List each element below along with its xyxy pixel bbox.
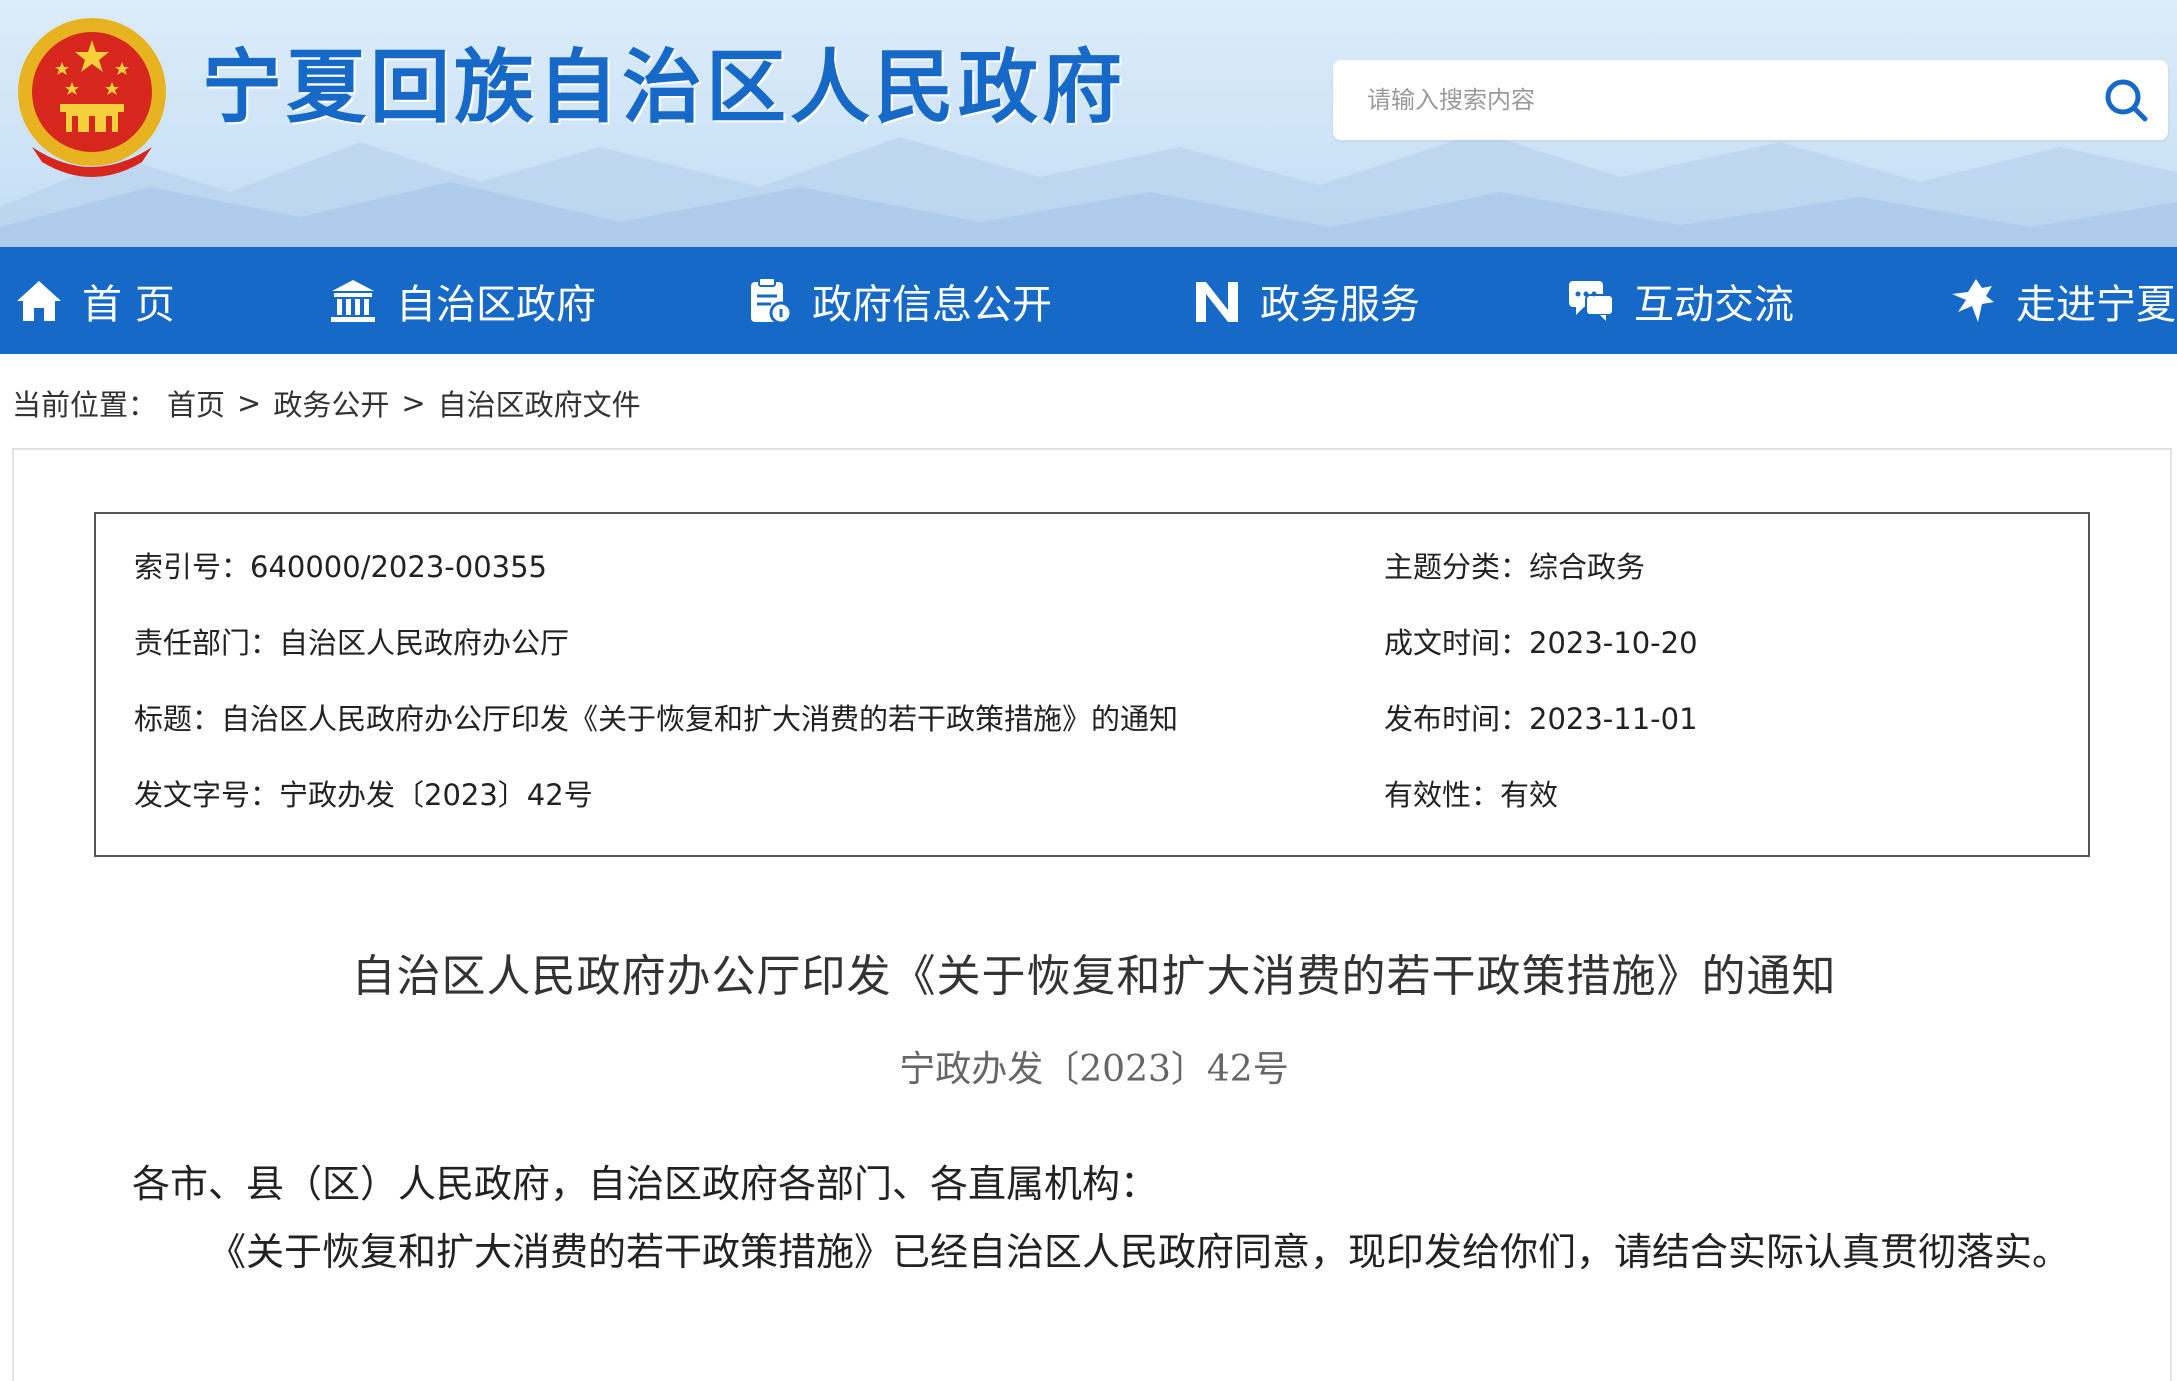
breadcrumb: 当前位置： 首页 > 政务公开 > 自治区政府文件: [12, 382, 641, 424]
nav-item-services[interactable]: 政务服务: [1192, 247, 1420, 354]
meta-published-date: 发布时间：2023-11-01: [1384, 702, 1698, 736]
breadcrumb-home-link[interactable]: 首页: [167, 382, 225, 424]
nav-item-interaction[interactable]: 互动交流: [1566, 247, 1794, 354]
header-banner: 宁夏回族自治区人民政府: [0, 0, 2177, 247]
document-number: 宁政办发〔2023〕42号: [899, 1049, 1289, 1090]
meta-document-number: 发文字号：宁政办发〔2023〕42号: [134, 778, 593, 812]
document-info-icon: [751, 276, 793, 324]
nav-item-home[interactable]: 首 页: [14, 247, 175, 354]
search-box: [1333, 60, 2168, 140]
nav-item-label: 政务服务: [1260, 281, 1420, 328]
meta-department: 责任部门：自治区人民政府办公厅: [134, 626, 570, 660]
home-icon: [17, 280, 61, 321]
document-meta-table: 索引号：640000/2023-00355 主题分类：综合政务 责任部门：自治区…: [94, 512, 2090, 857]
meta-created-date: 成文时间：2023-10-20: [1384, 626, 1698, 660]
search-input[interactable]: [1367, 60, 2067, 140]
breadcrumb-separator: >: [401, 386, 426, 420]
search-icon[interactable]: [2102, 76, 2150, 124]
breadcrumb-separator: >: [237, 386, 262, 420]
document-title: 自治区人民政府办公厅印发《关于恢复和扩大消费的若干政策措施》的通知: [351, 951, 1837, 1002]
document-salutation: 各市、县（区）人民政府，自治区政府各部门、各直属机构：: [132, 1162, 1159, 1206]
nav-item-government[interactable]: 自治区政府: [328, 247, 596, 354]
breadcrumb-prefix: 当前位置：: [12, 388, 158, 422]
nav-item-label: 政府信息公开: [812, 281, 1052, 328]
article-content: 索引号：640000/2023-00355 主题分类：综合政务 责任部门：自治区…: [12, 448, 2172, 1381]
chat-icon: [1569, 280, 1614, 321]
nav-item-about-ningxia[interactable]: 走进宁夏: [1948, 247, 2176, 354]
service-icon: [1196, 281, 1238, 322]
government-building-icon: [331, 279, 375, 322]
document-body: 各市、县（区）人民政府，自治区政府各部门、各直属机构： 《关于恢复和扩大消费的若…: [132, 1150, 2092, 1286]
nav-item-label: 自治区政府: [396, 281, 596, 328]
meta-title: 标题：自治区人民政府办公厅印发《关于恢复和扩大消费的若干政策措施》的通知: [134, 702, 1179, 736]
breadcrumb-gov-documents-link[interactable]: 自治区政府文件: [438, 382, 641, 424]
nav-item-label: 互动交流: [1634, 281, 1794, 328]
landmark-icon: [1952, 278, 1994, 322]
nav-item-info-disclosure[interactable]: 政府信息公开: [744, 247, 1052, 354]
meta-topic: 主题分类：综合政务: [1384, 550, 1646, 584]
main-nav: 首 页 自治区政府 政府信息公开 政务服务 互动交流 走进宁夏: [0, 247, 2177, 354]
meta-index-number: 索引号：640000/2023-00355: [134, 550, 547, 584]
national-emblem: [18, 18, 166, 177]
site-title[interactable]: 宁夏回族自治区人民政府: [202, 48, 1126, 128]
nav-item-label: 走进宁夏: [2016, 281, 2176, 328]
meta-validity: 有效性：有效: [1384, 778, 1559, 812]
breadcrumb-gov-affairs-link[interactable]: 政务公开: [273, 382, 389, 424]
nav-item-label: 首 页: [82, 281, 175, 328]
document-paragraph: 《关于恢复和扩大消费的若干政策措施》已经自治区人民政府同意，现印发给你们，请结合…: [208, 1230, 2071, 1274]
